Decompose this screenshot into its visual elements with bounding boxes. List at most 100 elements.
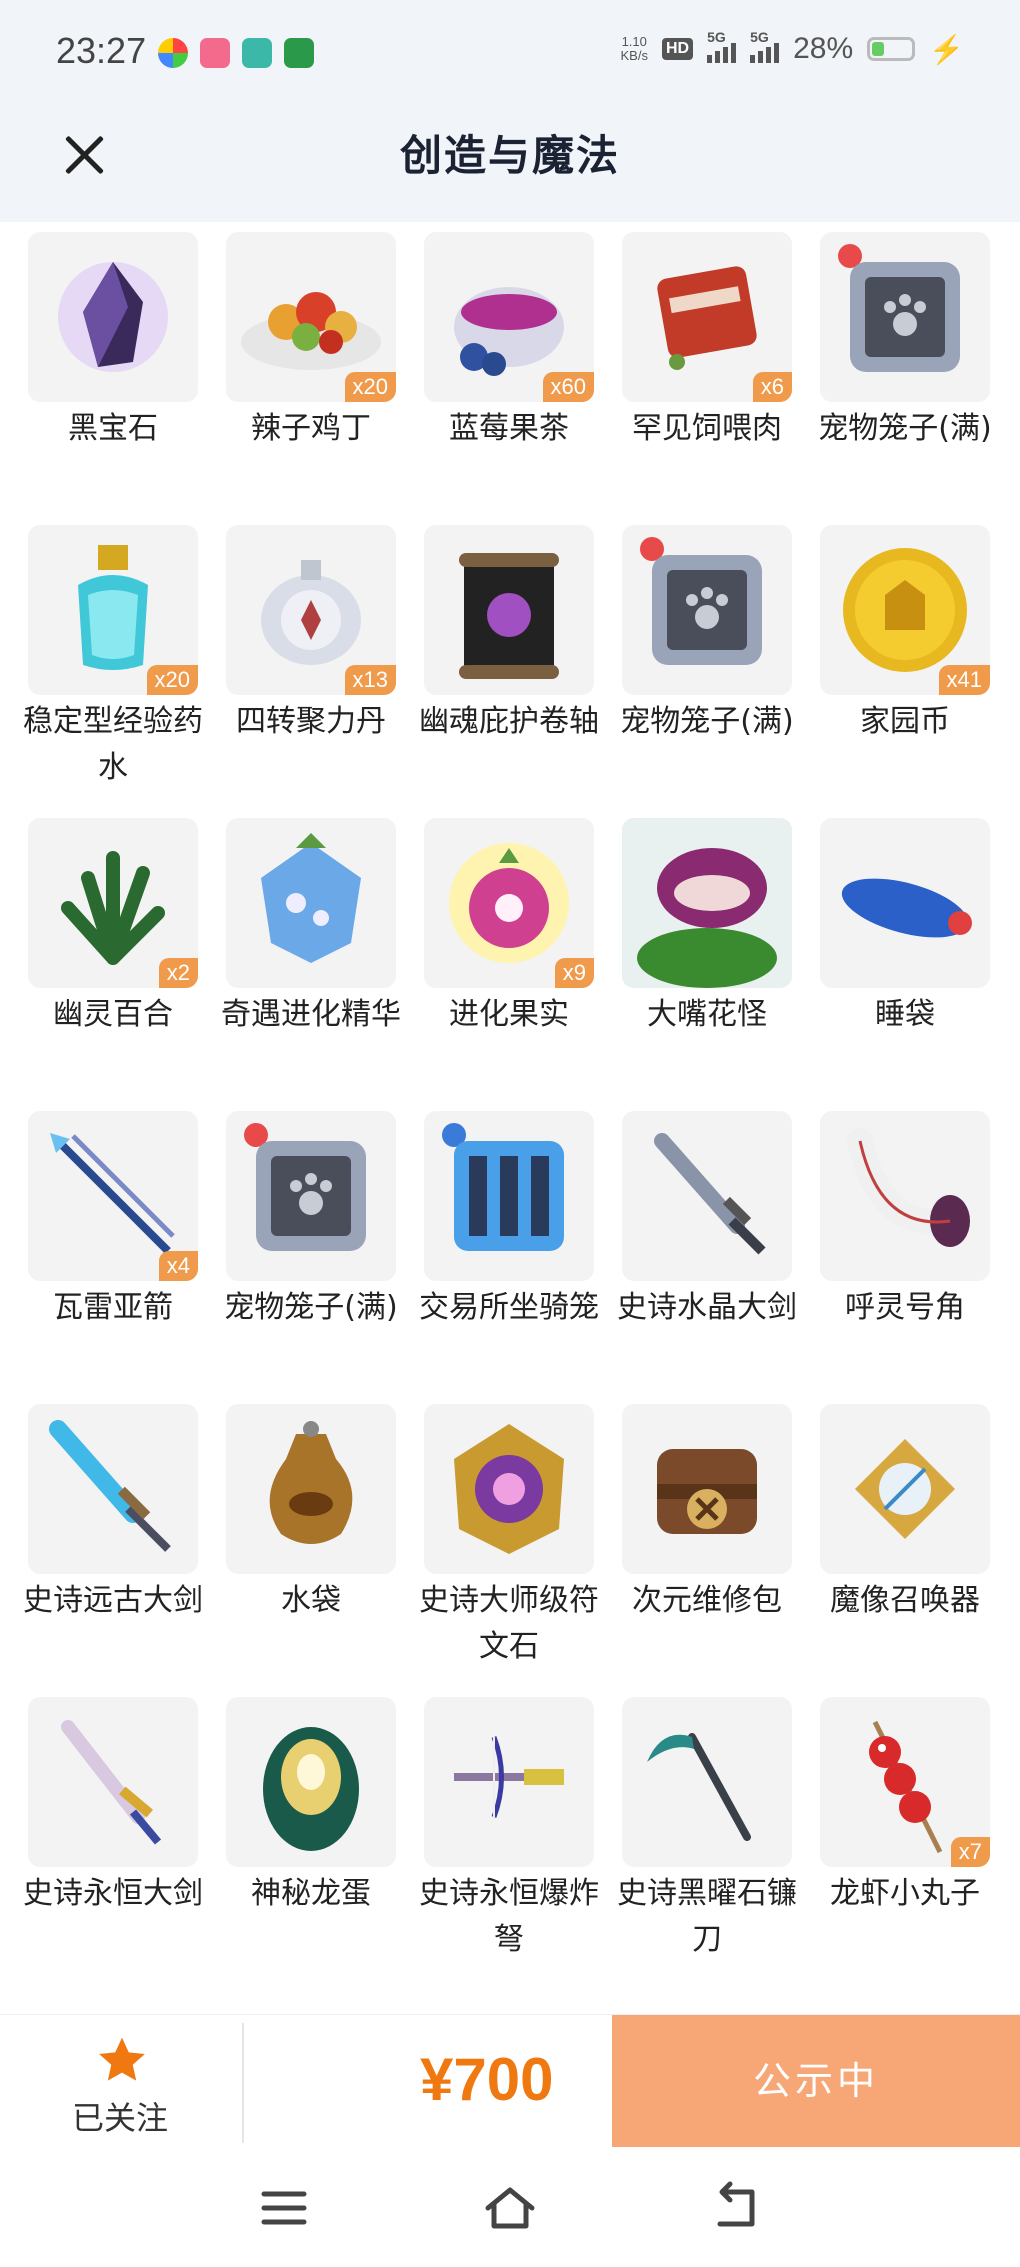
item-cell[interactable]: x9 进化果实 [410, 818, 608, 1038]
item-cell[interactable]: x13 四转聚力丹 [212, 525, 410, 745]
item-cell[interactable]: x2 幽灵百合 [14, 818, 212, 1038]
item-name: 宠物笼子(满) [620, 704, 794, 739]
item-image [622, 1404, 792, 1574]
item-image [226, 818, 396, 988]
item-cell[interactable]: 水袋 [212, 1404, 410, 1624]
net-speed-value: 1.10 [621, 34, 647, 49]
horn-icon [847, 1128, 970, 1247]
item-cell[interactable]: 次元维修包 [608, 1404, 806, 1624]
item-image [424, 525, 594, 695]
item-name: 进化果实 [449, 997, 569, 1032]
ancient-sword-icon [49, 1420, 171, 1552]
quantity-badge: x4 [158, 1251, 198, 1281]
item-cell[interactable]: x7 龙虾小丸子 [806, 1697, 1004, 1917]
star-icon [99, 2037, 145, 2081]
page-title: 创造与魔法 [399, 131, 620, 180]
item-name: 幽魂庇护卷轴 [419, 704, 599, 739]
item-image: x41 [820, 525, 990, 695]
net-speed-unit: KB/s [620, 48, 648, 63]
header: 创造与魔法 [0, 110, 1020, 222]
item-image: x20 [226, 232, 396, 402]
item-cell[interactable]: x60 蓝莓果茶 [410, 232, 608, 452]
item-cell[interactable]: x41 家园币 [806, 525, 1004, 745]
item-image: x4 [28, 1111, 198, 1281]
item-image [622, 1111, 792, 1281]
item-image [424, 1404, 594, 1574]
boss-icon [242, 38, 272, 68]
quantity-badge: x2 [158, 958, 198, 988]
item-image [820, 1111, 990, 1281]
item-name: 史诗水晶大剑 [617, 1290, 797, 1325]
crystal-sword-icon [654, 1133, 766, 1255]
item-image: x2 [28, 818, 198, 988]
item-cell[interactable]: 宠物笼子(满) [608, 525, 806, 745]
item-name: 蓝莓果茶 [449, 411, 569, 446]
piranha-plant-icon [622, 818, 792, 988]
item-cell[interactable]: 史诗永恒爆炸弩 [410, 1697, 608, 1963]
item-cell[interactable]: 史诗黑曜石镰刀 [608, 1697, 806, 1963]
item-name: 稳定型经验药水 [23, 704, 203, 785]
bottom-action-bar: 已关注 ¥700 公示中 [0, 2014, 1020, 2151]
bilibili-icon [200, 38, 230, 68]
item-cell[interactable]: 睡袋 [806, 818, 1004, 1038]
item-cell[interactable]: 交易所坐骑笼 [410, 1111, 608, 1331]
home-icon[interactable] [480, 2178, 540, 2238]
item-cell[interactable]: x20 稳定型经验药水 [14, 525, 212, 791]
battery-icon [867, 37, 916, 61]
item-cell[interactable]: 幽魂庇护卷轴 [410, 525, 608, 745]
item-image: x20 [28, 525, 198, 695]
item-image [820, 1404, 990, 1574]
follow-button[interactable]: 已关注 [0, 2015, 240, 2151]
item-cell[interactable]: 史诗永恒大剑 [14, 1697, 212, 1917]
item-cell[interactable]: 史诗水晶大剑 [608, 1111, 806, 1331]
back-icon[interactable] [706, 2178, 766, 2238]
quantity-badge: x20 [146, 665, 198, 695]
item-cell[interactable]: 史诗大师级符文石 [410, 1404, 608, 1670]
item-cell[interactable]: 呼灵号角 [806, 1111, 1004, 1331]
item-name: 罕见饲喂肉 [632, 411, 782, 446]
green-app-icon [284, 38, 314, 68]
item-image [622, 1697, 792, 1867]
menu-icon[interactable] [254, 2178, 314, 2238]
quantity-badge: x6 [752, 372, 792, 402]
item-cell[interactable]: x4 瓦雷亚箭 [14, 1111, 212, 1331]
system-nav-bar [0, 2150, 1020, 2267]
item-cell[interactable]: 神秘龙蛋 [212, 1697, 410, 1917]
item-name: 史诗永恒大剑 [23, 1876, 203, 1911]
item-cell[interactable]: 魔像召唤器 [806, 1404, 1004, 1624]
item-cell[interactable]: x20 辣子鸡丁 [212, 232, 410, 452]
evolution-essence-icon [261, 833, 361, 963]
eternal-sword-icon [61, 1720, 162, 1845]
item-name: 水袋 [281, 1583, 341, 1618]
net-speed: 1.10 KB/s [621, 35, 648, 63]
quantity-badge: x60 [542, 372, 594, 402]
status-button[interactable]: 公示中 [612, 2015, 1020, 2147]
item-cell[interactable]: x6 罕见饲喂肉 [608, 232, 806, 452]
item-image [28, 1697, 198, 1867]
pet-cage-icon [640, 537, 762, 665]
status-bar: 23:27 1.10 KB/s HD 5G 5G 28% ⚡ [0, 0, 1020, 110]
item-image: x60 [424, 232, 594, 402]
dragon-egg-icon [263, 1727, 359, 1851]
item-name: 家园币 [860, 704, 950, 739]
item-cell[interactable]: 史诗远古大剑 [14, 1404, 212, 1624]
item-name: 史诗黑曜石镰刀 [617, 1876, 797, 1957]
quantity-badge: x7 [950, 1837, 990, 1867]
item-image: x6 [622, 232, 792, 402]
status-indicators: 1.10 KB/s HD 5G 5G 28% ⚡ [621, 29, 965, 66]
status-time: 23:27 [56, 30, 147, 71]
item-image [226, 1697, 396, 1867]
item-cell[interactable]: 宠物笼子(满) [806, 232, 1004, 452]
item-cell[interactable]: 黑宝石 [14, 232, 212, 452]
item-image [622, 525, 792, 695]
item-name: 瓦雷亚箭 [53, 1290, 173, 1325]
repair-kit-icon [657, 1449, 757, 1534]
network-type-label: 5G [707, 29, 726, 45]
item-cell[interactable]: 宠物笼子(满) [212, 1111, 410, 1331]
item-cell[interactable]: 奇遇进化精华 [212, 818, 410, 1038]
app-notification-icon [158, 38, 188, 68]
item-name: 四转聚力丹 [236, 704, 386, 739]
item-cell[interactable]: 大嘴花怪 [608, 818, 806, 1038]
quantity-badge: x20 [344, 372, 396, 402]
item-name: 龙虾小丸子 [830, 1876, 980, 1911]
